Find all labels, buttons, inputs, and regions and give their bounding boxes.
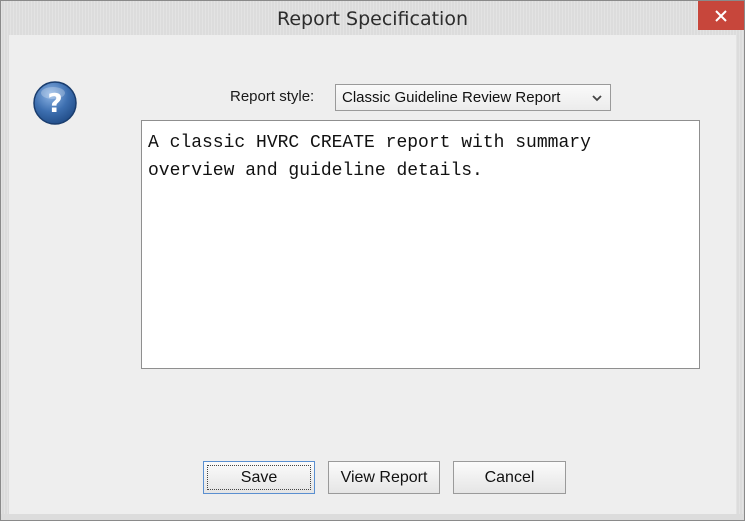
focus-ring <box>207 465 311 490</box>
title-bar[interactable]: Report Specification <box>1 1 744 35</box>
report-style-selected-value: Classic Guideline Review Report <box>342 89 561 106</box>
cancel-button[interactable]: Cancel <box>453 461 566 494</box>
report-description-textarea[interactable]: A classic HVRC CREATE report with summar… <box>141 120 700 369</box>
view-report-button-label: View Report <box>340 468 428 486</box>
view-report-button[interactable]: View Report <box>328 461 440 494</box>
svg-text:?: ? <box>47 89 62 119</box>
chevron-down-icon <box>592 95 602 102</box>
report-style-dropdown[interactable]: Classic Guideline Review Report <box>335 84 611 111</box>
question-help-icon: ? <box>32 80 78 126</box>
window-frame-right <box>736 35 744 514</box>
cancel-button-label: Cancel <box>484 468 535 486</box>
close-icon <box>715 9 727 22</box>
window-frame-bottom <box>1 514 744 520</box>
report-style-label: Report style: <box>230 88 315 105</box>
report-description-text: A classic HVRC CREATE report with summar… <box>148 133 602 181</box>
report-specification-dialog: Report Specification ? Report style: Cla… <box>0 0 745 521</box>
close-button[interactable] <box>698 1 744 30</box>
save-button[interactable]: Save <box>203 461 315 494</box>
window-title: Report Specification <box>276 8 468 30</box>
window-frame-left <box>1 35 9 514</box>
